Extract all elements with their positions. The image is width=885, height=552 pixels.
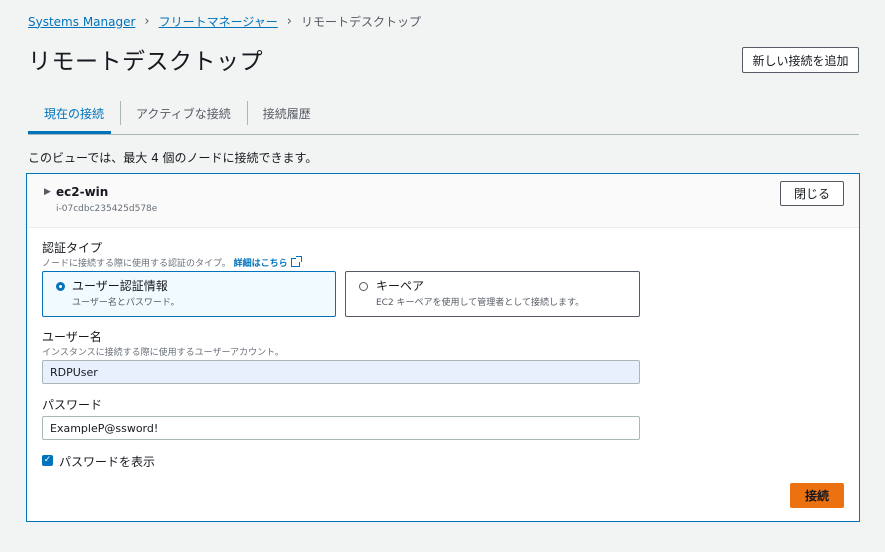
show-password-checkbox[interactable]: ✓ — [42, 455, 53, 466]
external-link-icon — [290, 256, 302, 267]
breadcrumb-current: リモートデスクトップ — [301, 15, 422, 29]
info-text: このビューでは、最大 4 個のノードに接続できます。 — [28, 151, 318, 165]
learn-more-link[interactable]: 詳細はこちら — [233, 256, 302, 269]
session-panel-header — [27, 174, 859, 228]
show-password-label: パスワードを表示 — [59, 455, 156, 469]
auth-option-title: ユーザー認証情報 — [72, 279, 168, 293]
auth-type-label: 認証タイプ — [42, 241, 103, 255]
password-input[interactable]: ExampleP@ssword! — [42, 416, 640, 440]
username-label: ユーザー名 — [42, 330, 102, 344]
tab-connection-history[interactable]: 接続履歴 — [246, 98, 327, 128]
auth-option-user-credentials[interactable]: ユーザー認証情報 ユーザー名とパスワード。 — [42, 271, 336, 317]
radio-button-selected[interactable] — [56, 282, 65, 291]
radio-button[interactable] — [359, 282, 368, 291]
auth-option-title: キーペア — [376, 279, 425, 293]
breadcrumb-systems-manager[interactable]: Systems Manager — [28, 15, 135, 29]
tab-current-connections[interactable]: 現在の接続 — [28, 98, 120, 128]
auth-option-description: ユーザー名とパスワード。 — [72, 298, 180, 308]
auth-option-key-pair[interactable]: キーペア EC2 キーペアを使用して管理者として接続します。 — [345, 271, 640, 317]
close-session-button[interactable]: 閉じる — [780, 181, 844, 206]
connect-button[interactable]: 接続 — [790, 483, 844, 508]
breadcrumb: Systems Manager › フリートマネージャー › リモートデスクトッ… — [28, 13, 421, 30]
auth-type-description: ノードに接続する際に使用する認証のタイプ。 詳細はこちら — [42, 256, 302, 269]
password-label: パスワード — [42, 398, 103, 412]
node-id: i-07cdbc235425d578e — [56, 204, 158, 214]
username-description: インスタンスに接続する際に使用するユーザーアカウント。 — [42, 348, 284, 358]
page-title: リモートデスクトップ — [28, 49, 263, 75]
chevron-right-icon: › — [144, 14, 150, 29]
add-new-connection-button[interactable]: 新しい接続を追加 — [742, 47, 859, 73]
tab-active-connections[interactable]: アクティブな接続 — [120, 98, 247, 128]
auth-option-description: EC2 キーペアを使用して管理者として接続します。 — [376, 298, 585, 308]
tab-bar: 現在の接続 アクティブな接続 接続履歴 — [28, 98, 859, 135]
active-tab-indicator — [28, 131, 111, 134]
auth-type-help-text: ノードに接続する際に使用する認証のタイプ。 — [42, 259, 231, 269]
breadcrumb-fleet-manager[interactable]: フリートマネージャー — [159, 13, 278, 30]
learn-more-label: 詳細はこちら — [233, 259, 288, 269]
chevron-right-icon: › — [286, 14, 292, 29]
username-input[interactable]: RDPUser — [42, 360, 640, 384]
caret-right-icon[interactable]: ▶ — [44, 187, 51, 197]
node-name: ec2-win — [56, 185, 109, 199]
